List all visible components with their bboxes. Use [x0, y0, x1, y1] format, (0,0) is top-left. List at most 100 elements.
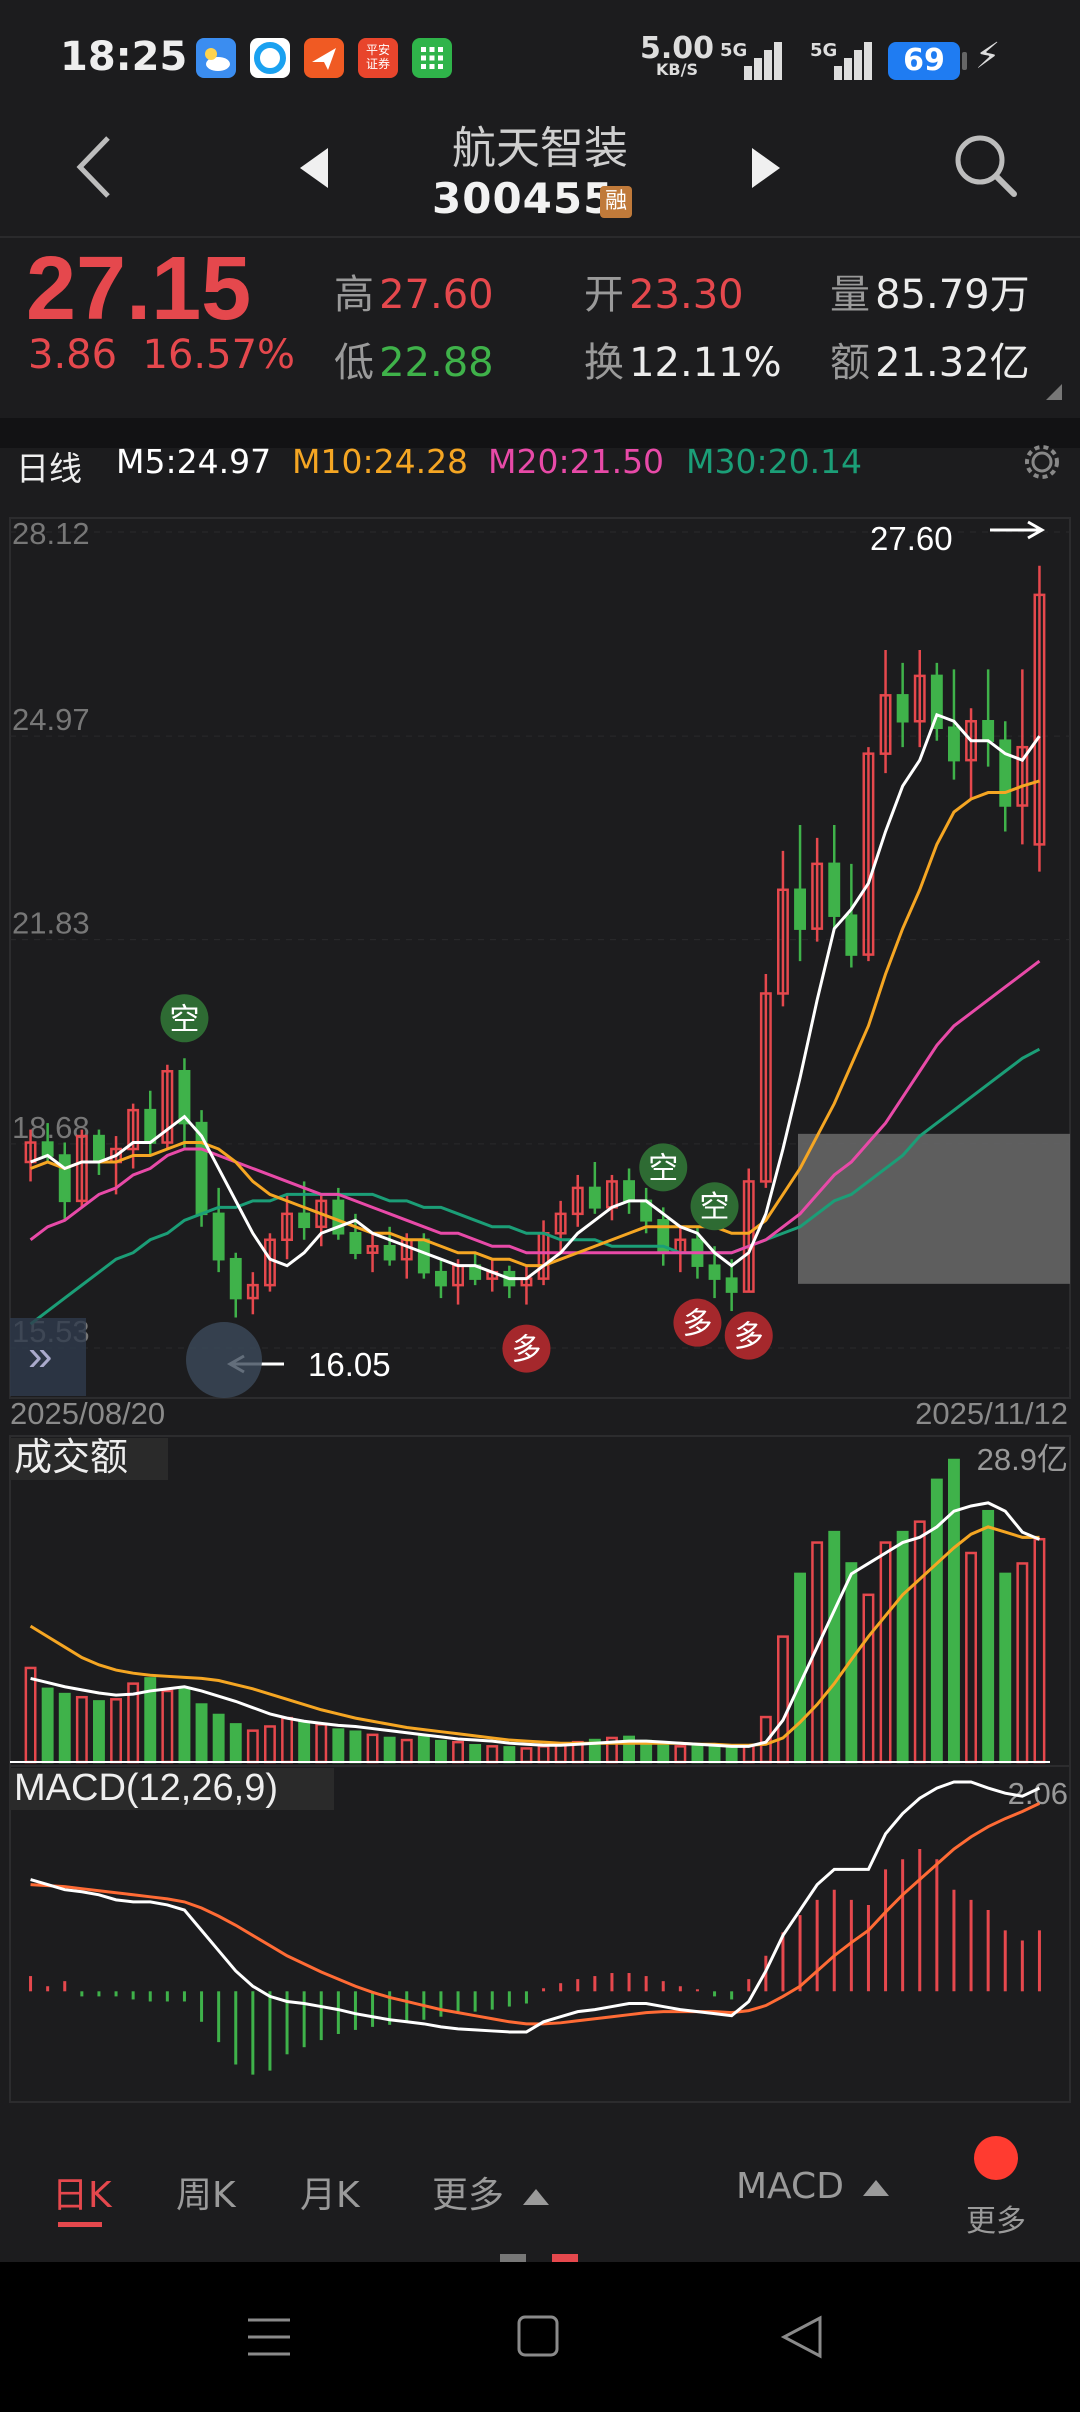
indicator-label: MACD: [736, 2166, 844, 2207]
search-button[interactable]: [950, 130, 1022, 206]
open-field: 开 23.30: [584, 262, 744, 320]
long-signal-marker: 多: [502, 1324, 551, 1373]
tab-day-k[interactable]: 日K: [52, 2166, 112, 2218]
signal-label: 多: [734, 1320, 764, 1355]
search-icon: [955, 135, 1017, 197]
tab-month-k[interactable]: 月K: [300, 2166, 360, 2218]
candle: [486, 1259, 499, 1292]
more-menu-icon[interactable]: [974, 2136, 1018, 2180]
home-square-icon[interactable]: [514, 2312, 564, 2362]
volume-field: 量 85.79万: [830, 262, 1030, 320]
candle-body: [708, 1264, 721, 1280]
signal-bars-2-icon: [814, 40, 872, 80]
candle-body: [349, 1232, 362, 1254]
next-stock-button[interactable]: [748, 146, 784, 194]
macd-title: MACD(12,26,9): [14, 1767, 278, 1809]
battery-level: 69: [888, 42, 960, 80]
low-field: 低 22.88: [334, 330, 494, 388]
paper-plane-app-icon: [304, 38, 344, 78]
candle: [930, 662, 943, 741]
ma30-label: M30:20.14: [686, 442, 863, 481]
candle: [571, 1174, 584, 1227]
ma20-label: M20:21.50: [488, 442, 665, 481]
candle-body: [383, 1244, 396, 1261]
caret-up-icon: [863, 2180, 890, 2196]
candle: [674, 1226, 687, 1273]
candle: [896, 662, 909, 748]
back-triangle-icon[interactable]: [778, 2312, 828, 2362]
volume-bar: [195, 1703, 208, 1764]
price-tick-label: 24.97: [12, 702, 90, 737]
price-change-pct: 16.57%: [142, 332, 296, 378]
tab-more-periods[interactable]: 更多: [432, 2166, 551, 2218]
candle: [503, 1265, 516, 1299]
candle-body: [144, 1108, 157, 1144]
open-value: 23.30: [629, 272, 744, 318]
candle: [1033, 565, 1046, 872]
candle-body: [92, 1134, 105, 1164]
settings-button[interactable]: [1022, 442, 1062, 490]
indicator-selector[interactable]: MACD: [736, 2166, 891, 2207]
candle: [811, 837, 824, 942]
volume-bar: [691, 1742, 704, 1764]
signal-label: 空: [700, 1190, 730, 1225]
volume-bar: [794, 1572, 807, 1764]
candle-body: [417, 1238, 430, 1274]
candle: [999, 721, 1012, 832]
volume-bar: [452, 1740, 465, 1764]
candle: [246, 1272, 259, 1315]
candle: [554, 1200, 567, 1253]
volume-bar: [434, 1739, 447, 1764]
high-value: 27.60: [379, 272, 494, 318]
volume-bar: [417, 1735, 430, 1764]
candle: [127, 1103, 140, 1169]
status-bar: 18:25 平安证券 5.00 KB/S 5G 5G 69 ⚡: [0, 0, 1080, 120]
recents-menu-icon[interactable]: [244, 2312, 294, 2362]
volume-bar: [92, 1700, 105, 1764]
volume-bar: [366, 1733, 379, 1764]
macd-dea-line: [30, 1801, 1041, 2026]
volume-bar: [674, 1745, 687, 1764]
volume-bar: [1033, 1537, 1046, 1764]
volume-bar: [298, 1721, 311, 1764]
candle: [178, 1058, 191, 1150]
candle: [965, 708, 978, 800]
candle-body: [41, 1141, 54, 1157]
last-price: 27.15: [26, 239, 252, 339]
turnover-value: 12.11%: [629, 340, 782, 386]
tab-week-k[interactable]: 周K: [176, 2166, 236, 2218]
volume-bar: [332, 1728, 345, 1764]
macd-panel-frame: [9, 1765, 1071, 2103]
candle: [623, 1168, 636, 1214]
more-menu-label[interactable]: 更多: [966, 2196, 1026, 2240]
volume-bar: [708, 1746, 721, 1764]
volume-bar: [503, 1746, 516, 1764]
period-label[interactable]: 日线: [16, 442, 82, 490]
volume-bar: [725, 1747, 738, 1764]
candle: [605, 1174, 618, 1221]
volume-bar: [879, 1541, 892, 1764]
securities-app-icon: 平安证券: [358, 38, 398, 78]
volume-bar: [383, 1736, 396, 1764]
candle-body: [982, 720, 995, 742]
kline-chart-area[interactable]: 28.1224.9721.8318.6815.5327.6016.05»空多空空…: [0, 498, 1080, 2110]
candle-body: [298, 1212, 311, 1229]
volume-bar: [263, 1725, 276, 1764]
candle-body: [725, 1277, 738, 1293]
grid-app-icon: [412, 38, 452, 78]
signal-label: 多: [511, 1333, 541, 1368]
amount-label: 额: [830, 340, 870, 386]
price-change: 3.86 16.57%: [28, 332, 295, 378]
candle: [229, 1252, 242, 1318]
candle: [469, 1252, 482, 1286]
volume-panel-frame: [9, 1435, 1071, 1767]
volume-bar: [520, 1747, 533, 1764]
expand-corner-icon[interactable]: [1046, 384, 1062, 404]
volume-bar: [178, 1687, 191, 1764]
volume-bar: [896, 1530, 909, 1764]
candle: [281, 1194, 294, 1260]
candle: [588, 1161, 601, 1214]
ma10-label: M10:24.28: [292, 442, 469, 481]
candle-body: [828, 862, 841, 917]
volume-bar: [75, 1695, 88, 1764]
